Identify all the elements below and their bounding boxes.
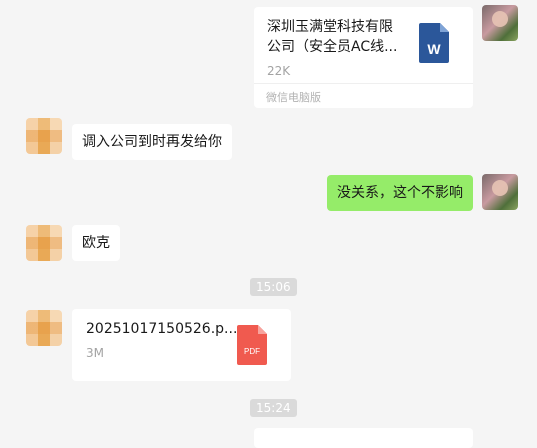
self-avatar[interactable] [482,5,518,41]
timestamp: 15:06 [250,278,297,296]
pdf-file-size: 3M [86,346,104,360]
svg-text:PDF: PDF [244,347,260,356]
contact-avatar[interactable] [26,118,62,154]
timestamp: 15:24 [250,399,297,417]
svg-text:W: W [427,41,441,57]
self-avatar[interactable] [482,174,518,210]
message-bubble[interactable]: 欧克 [72,225,120,261]
contact-avatar[interactable] [26,225,62,261]
word-file-name-line2: 公司（安全员AC线... [267,39,398,55]
message-bubble[interactable]: 调入公司到时再发给你 [72,124,232,160]
word-file-icon: W [419,23,449,63]
word-file-size: 22K [267,64,291,78]
self-message-bubble[interactable]: 没关系，这个不影响 [327,175,473,211]
word-file-footer: 微信电脑版 [254,83,473,108]
contact-avatar[interactable] [26,310,62,346]
pdf-file-name: 20251017150526.p... [86,321,238,337]
word-file-name-line1: 深圳玉满堂科技有限 [267,19,393,35]
partial-message-card[interactable] [254,428,473,448]
source-label: 微信电脑版 [266,91,321,104]
pdf-file-icon: PDF [237,325,267,365]
pdf-file-card[interactable]: 20251017150526.p... 3M PDF [72,309,291,381]
word-file-card[interactable]: 深圳玉满堂科技有限 公司（安全员AC线... 22K W 微信电脑版 [254,7,473,108]
